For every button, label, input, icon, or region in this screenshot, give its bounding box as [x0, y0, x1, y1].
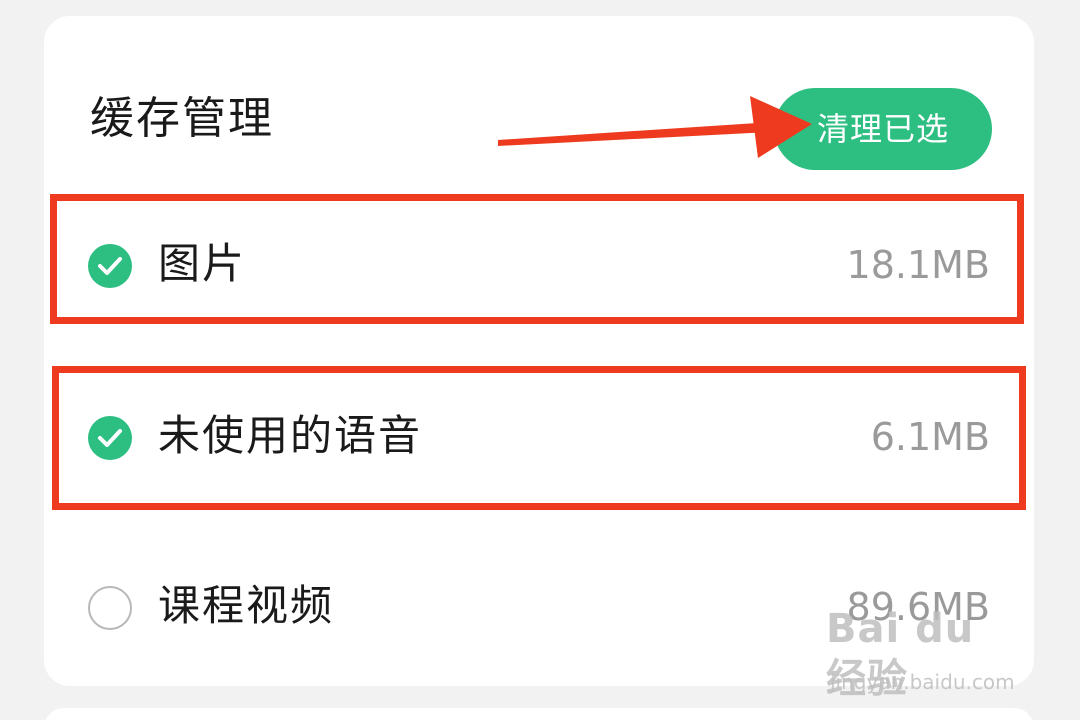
- watermark-url: jingyan.baidu.com: [830, 670, 1015, 694]
- unchecked-circle-icon[interactable]: [88, 586, 132, 630]
- cache-management-screen: 缓存管理 清理已选 图片 18.1MB 未使用的语音 6.1MB 课程视频 89…: [0, 0, 1080, 720]
- next-card-edge: [44, 708, 1034, 720]
- clean-selected-button[interactable]: 清理已选: [774, 88, 992, 170]
- item-size: 6.1MB: [870, 415, 990, 459]
- item-label: 图片: [158, 239, 247, 288]
- baidu-jingyan-watermark: Bai du 经验 jingyan.baidu.com: [826, 604, 1030, 702]
- item-label: 未使用的语音: [158, 411, 423, 460]
- item-label: 课程视频: [158, 581, 335, 630]
- item-size: 18.1MB: [846, 243, 990, 287]
- list-item-images[interactable]: 图片 18.1MB: [44, 204, 1034, 324]
- page-title: 缓存管理: [90, 93, 274, 144]
- checked-circle-icon[interactable]: [88, 416, 132, 460]
- checked-circle-icon[interactable]: [88, 244, 132, 288]
- list-item-unused-voice[interactable]: 未使用的语音 6.1MB: [44, 376, 1034, 496]
